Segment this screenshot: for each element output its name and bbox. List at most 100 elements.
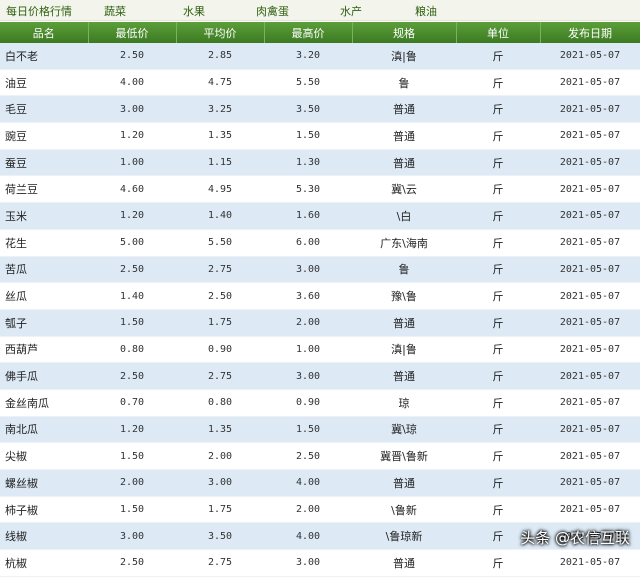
category-nav: 每日价格行情 蔬菜 水果 肉禽蛋 水产 粮油 bbox=[0, 0, 640, 21]
cell-avg-price: 3.25 bbox=[176, 95, 264, 124]
table-row: 西葫芦 0.80 0.90 1.00 滇|鲁斤 2021-05-07 bbox=[0, 336, 640, 364]
cell-spec: 豫\鲁 bbox=[352, 282, 456, 310]
table-header-row: 品名 最低价 平均价 最高价 规格 单位 发布日期 bbox=[0, 22, 640, 43]
cell-min-price: 0.70 bbox=[88, 389, 176, 417]
cell-name: 线椒 bbox=[0, 522, 88, 551]
cell-name: 苦瓜 bbox=[0, 256, 88, 284]
cell-date: 2021-05-07 bbox=[540, 229, 640, 257]
nav-fruits[interactable]: 水果 bbox=[183, 3, 205, 19]
cell-max-price: 5.30 bbox=[264, 175, 352, 204]
cell-date: 2021-05-07 bbox=[540, 69, 640, 97]
cell-spec: 普通 bbox=[352, 469, 456, 497]
nav-grain-oil[interactable]: 粮油 bbox=[415, 3, 437, 19]
col-header-name: 品名 bbox=[0, 22, 89, 43]
cell-min-price: 1.40 bbox=[88, 282, 176, 310]
cell-avg-price: 3.00 bbox=[176, 469, 264, 497]
price-table: 品名 最低价 平均价 最高价 规格 单位 发布日期 白不老 2.50 2.85 3.2… bbox=[0, 22, 640, 577]
cell-spec: \鲁新 bbox=[352, 496, 456, 524]
cell-name: 油豆 bbox=[0, 69, 88, 97]
cell-unit: 斤 bbox=[456, 282, 540, 310]
cell-min-price: 4.00 bbox=[88, 69, 176, 97]
table-row: 油豆 4.00 4.75 5.50 鲁斤 2021-05-07 bbox=[0, 69, 640, 97]
cell-spec: 普通 bbox=[352, 362, 456, 390]
cell-min-price: 3.00 bbox=[88, 95, 176, 124]
table-row: 玉米 1.20 1.40 1.60 \白斤 2021-05-07 bbox=[0, 202, 640, 230]
cell-min-price: 1.50 bbox=[88, 442, 176, 470]
cell-min-price: 1.00 bbox=[88, 149, 176, 177]
cell-date: 2021-05-07 bbox=[540, 336, 640, 364]
table-row: 金丝南瓜 0.70 0.80 0.90 琼斤 2021-05-07 bbox=[0, 389, 640, 417]
cell-min-price: 2.50 bbox=[88, 256, 176, 284]
cell-name: 荷兰豆 bbox=[0, 175, 88, 204]
cell-avg-price: 4.75 bbox=[176, 69, 264, 97]
cell-date: 2021-05-07 bbox=[540, 549, 640, 577]
cell-avg-price: 2.50 bbox=[176, 282, 264, 310]
cell-min-price: 2.50 bbox=[88, 549, 176, 577]
nav-vegetables[interactable]: 蔬菜 bbox=[104, 3, 126, 19]
watermark-text: 头条 @农信互联 bbox=[520, 529, 630, 547]
cell-spec: 冀\琼 bbox=[352, 416, 456, 444]
cell-avg-price: 2.75 bbox=[176, 256, 264, 284]
cell-max-price: 3.00 bbox=[264, 549, 352, 577]
table-row: 螺丝椒 2.00 3.00 4.00 普通斤 2021-05-07 bbox=[0, 469, 640, 497]
table-row: 南北瓜 1.20 1.35 1.50 冀\琼斤 2021-05-07 bbox=[0, 416, 640, 444]
cell-max-price: 2.00 bbox=[264, 496, 352, 524]
cell-unit: 斤 bbox=[456, 229, 540, 257]
cell-name: 南北瓜 bbox=[0, 416, 88, 444]
cell-spec: \白 bbox=[352, 202, 456, 230]
cell-max-price: 1.30 bbox=[264, 149, 352, 177]
col-header-unit: 单位 bbox=[456, 22, 541, 43]
nav-meat-poultry-eggs[interactable]: 肉禽蛋 bbox=[256, 3, 289, 19]
cell-avg-price: 5.50 bbox=[176, 229, 264, 257]
cell-name: 毛豆 bbox=[0, 95, 88, 124]
cell-max-price: 1.50 bbox=[264, 416, 352, 444]
cell-max-price: 3.50 bbox=[264, 95, 352, 124]
cell-spec: 广东\海南 bbox=[352, 229, 456, 257]
nav-daily-prices[interactable]: 每日价格行情 bbox=[6, 3, 72, 19]
cell-date: 2021-05-07 bbox=[540, 95, 640, 124]
cell-unit: 斤 bbox=[456, 149, 540, 177]
cell-date: 2021-05-07 bbox=[540, 416, 640, 444]
col-header-min-price: 最低价 bbox=[88, 22, 177, 43]
cell-name: 玉米 bbox=[0, 202, 88, 230]
cell-spec: 冀\云 bbox=[352, 175, 456, 204]
cell-avg-price: 3.50 bbox=[176, 522, 264, 551]
cell-date: 2021-05-07 bbox=[540, 122, 640, 150]
cell-spec: 琼 bbox=[352, 389, 456, 417]
cell-max-price: 0.90 bbox=[264, 389, 352, 417]
cell-min-price: 2.50 bbox=[88, 43, 176, 70]
nav-aquatic-products[interactable]: 水产 bbox=[340, 3, 362, 19]
cell-name: 白不老 bbox=[0, 43, 88, 70]
cell-avg-price: 0.90 bbox=[176, 336, 264, 364]
cell-unit: 斤 bbox=[456, 469, 540, 497]
cell-spec: 滇|鲁 bbox=[352, 336, 456, 364]
cell-min-price: 0.80 bbox=[88, 336, 176, 364]
cell-date: 2021-05-07 bbox=[540, 256, 640, 284]
cell-min-price: 2.00 bbox=[88, 469, 176, 497]
cell-max-price: 3.20 bbox=[264, 43, 352, 70]
cell-name: 金丝南瓜 bbox=[0, 389, 88, 417]
cell-date: 2021-05-07 bbox=[540, 389, 640, 417]
cell-name: 瓠子 bbox=[0, 309, 88, 337]
table-row: 苦瓜 2.50 2.75 3.00 鲁斤 2021-05-07 bbox=[0, 256, 640, 284]
cell-name: 螺丝椒 bbox=[0, 469, 88, 497]
cell-name: 柿子椒 bbox=[0, 496, 88, 524]
cell-spec: 鲁 bbox=[352, 69, 456, 97]
cell-spec: 滇|鲁 bbox=[352, 43, 456, 70]
table-row: 蚕豆 1.00 1.15 1.30 普通斤 2021-05-07 bbox=[0, 149, 640, 177]
cell-avg-price: 2.00 bbox=[176, 442, 264, 470]
cell-date: 2021-05-07 bbox=[540, 362, 640, 390]
cell-min-price: 2.50 bbox=[88, 362, 176, 390]
cell-unit: 斤 bbox=[456, 389, 540, 417]
table-row: 白不老 2.50 2.85 3.20 滇|鲁斤 2021-05-07 bbox=[0, 43, 640, 70]
cell-unit: 斤 bbox=[456, 69, 540, 97]
cell-max-price: 1.60 bbox=[264, 202, 352, 230]
cell-max-price: 6.00 bbox=[264, 229, 352, 257]
cell-unit: 斤 bbox=[456, 416, 540, 444]
cell-unit: 斤 bbox=[456, 95, 540, 124]
cell-spec: 普通 bbox=[352, 149, 456, 177]
cell-unit: 斤 bbox=[456, 496, 540, 524]
cell-unit: 斤 bbox=[456, 175, 540, 204]
cell-unit: 斤 bbox=[456, 202, 540, 230]
cell-spec: 鲁 bbox=[352, 256, 456, 284]
